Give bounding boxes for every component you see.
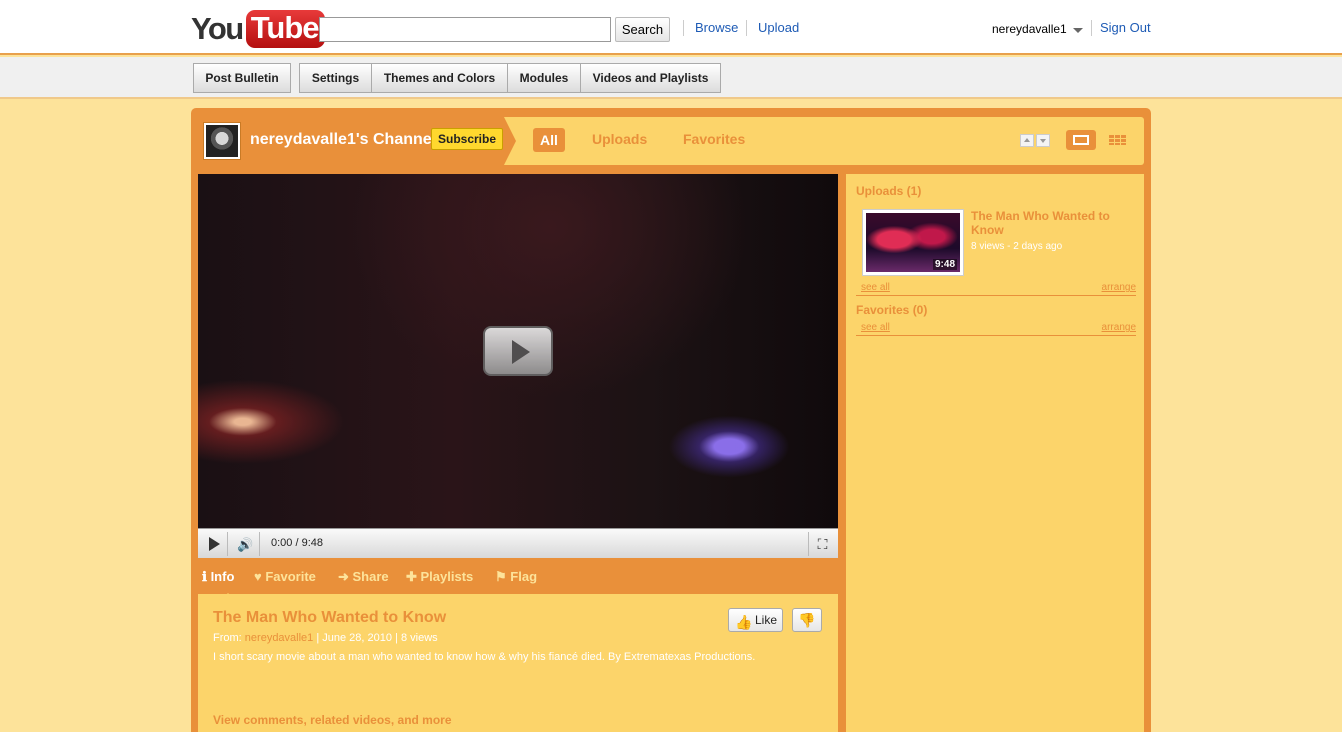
- like-button[interactable]: 👍 Like: [728, 608, 783, 632]
- volume-icon: 🔊: [237, 537, 254, 552]
- video-meta: From: nereydavalle1 | June 28, 2010 | 8 …: [213, 632, 438, 644]
- identity-arrow: [504, 117, 516, 165]
- thumbs-down-icon: 👎: [798, 612, 816, 628]
- favorites-arrange-link[interactable]: arrange: [1102, 322, 1136, 333]
- tab-flag-label: Flag: [510, 569, 538, 584]
- channel-identity: nereydavalle1's Channel Subscribe: [198, 117, 504, 165]
- logo-tube: Tube: [245, 10, 325, 48]
- favorites-heading: Favorites (0): [856, 303, 928, 317]
- tab-playlists[interactable]: ✚ Playlists: [406, 569, 473, 585]
- upload-video-title[interactable]: The Man Who Wanted to Know: [971, 209, 1131, 237]
- favorites-see-all-link[interactable]: see all: [861, 322, 890, 333]
- videos-playlists-button[interactable]: Videos and Playlists: [580, 63, 721, 93]
- avatar[interactable]: [203, 122, 241, 160]
- chevron-down-icon[interactable]: [1073, 28, 1083, 33]
- tab-favorite[interactable]: ♥ Favorite: [254, 569, 316, 584]
- chevron-down-icon[interactable]: [1036, 134, 1050, 147]
- uploads-heading: Uploads (1): [856, 184, 922, 198]
- tab-share-label: Share: [352, 569, 389, 584]
- fullscreen-icon[interactable]: ⛶: [808, 532, 836, 556]
- video-title[interactable]: The Man Who Wanted to Know: [213, 609, 446, 627]
- player-controls: 🔊 0:00 / 9:48 ⛶: [198, 528, 838, 558]
- divider: [746, 20, 747, 36]
- tab-favorites[interactable]: Favorites: [683, 131, 745, 147]
- author-link[interactable]: nereydavalle1: [245, 632, 314, 644]
- search-input[interactable]: [319, 17, 611, 42]
- channel-title: nereydavalle1's Channel: [250, 131, 437, 148]
- from-label: From:: [213, 632, 242, 644]
- volume-button[interactable]: 🔊: [230, 532, 260, 556]
- video-player[interactable]: 🔊 0:00 / 9:48 ⛶: [198, 174, 838, 558]
- channel-container: nereydavalle1's Channel Subscribe All Up…: [191, 108, 1151, 732]
- video-info-panel: The Man Who Wanted to Know From: nereyda…: [198, 594, 838, 732]
- subscribe-button[interactable]: Subscribe: [431, 128, 504, 150]
- tab-favorite-label: Favorite: [265, 569, 316, 584]
- post-bulletin-button[interactable]: Post Bulletin: [193, 63, 291, 93]
- date-views: | June 28, 2010 | 8 views: [316, 632, 438, 644]
- player-view-icon[interactable]: [1066, 130, 1096, 150]
- favorites-footer: see all arrange: [856, 322, 1136, 336]
- uploads-footer: see all arrange: [856, 282, 1136, 296]
- view-more-link[interactable]: View comments, related videos, and more: [213, 713, 452, 727]
- uploads-arrange-link[interactable]: arrange: [1102, 282, 1136, 293]
- sign-out-link[interactable]: Sign Out: [1100, 20, 1151, 35]
- tab-info[interactable]: ℹ Info: [202, 569, 234, 585]
- video-thumbnail[interactable]: 9:48: [862, 209, 964, 276]
- tab-flag[interactable]: ⚑ Flag: [495, 569, 537, 585]
- tab-playlists-label: Playlists: [420, 569, 474, 584]
- time-display: 0:00 / 9:48: [271, 537, 323, 549]
- dislike-button[interactable]: 👎: [792, 608, 822, 632]
- tab-uploads[interactable]: Uploads: [592, 131, 647, 147]
- upload-link[interactable]: Upload: [758, 20, 799, 35]
- divider: [683, 20, 684, 36]
- play-icon[interactable]: [200, 532, 228, 556]
- play-overlay-icon[interactable]: [483, 326, 553, 376]
- tab-share[interactable]: ➜ Share: [338, 569, 389, 585]
- channel-header: nereydavalle1's Channel Subscribe All Up…: [198, 117, 1144, 165]
- logo-you: You: [191, 11, 244, 46]
- uploads-see-all-link[interactable]: see all: [861, 282, 890, 293]
- search-button[interactable]: Search: [615, 17, 670, 42]
- browse-link[interactable]: Browse: [695, 20, 738, 35]
- username[interactable]: nereydavalle1: [992, 22, 1067, 36]
- chevron-up-icon[interactable]: [1020, 134, 1034, 147]
- thumbs-up-icon: 👍: [735, 614, 753, 630]
- tab-all[interactable]: All: [533, 128, 565, 152]
- settings-button[interactable]: Settings: [299, 63, 372, 93]
- upload-video-meta: 8 views - 2 days ago: [971, 241, 1063, 252]
- themes-colors-button[interactable]: Themes and Colors: [371, 63, 508, 93]
- youtube-logo[interactable]: You Tube: [191, 9, 325, 49]
- modules-button[interactable]: Modules: [507, 63, 581, 93]
- divider: [1091, 20, 1092, 36]
- tab-info-label: Info: [210, 569, 235, 584]
- channel-editor-bar: Post Bulletin Settings Themes and Colors…: [0, 57, 1342, 99]
- top-bar: You Tube Search Browse Upload nereydaval…: [0, 0, 1342, 55]
- video-description: I short scary movie about a man who want…: [213, 651, 756, 663]
- grid-view-icon[interactable]: [1103, 130, 1133, 150]
- like-label: Like: [755, 613, 778, 627]
- sidebar: Uploads (1) 9:48 The Man Who Wanted to K…: [846, 174, 1144, 732]
- video-duration: 9:48: [932, 259, 957, 270]
